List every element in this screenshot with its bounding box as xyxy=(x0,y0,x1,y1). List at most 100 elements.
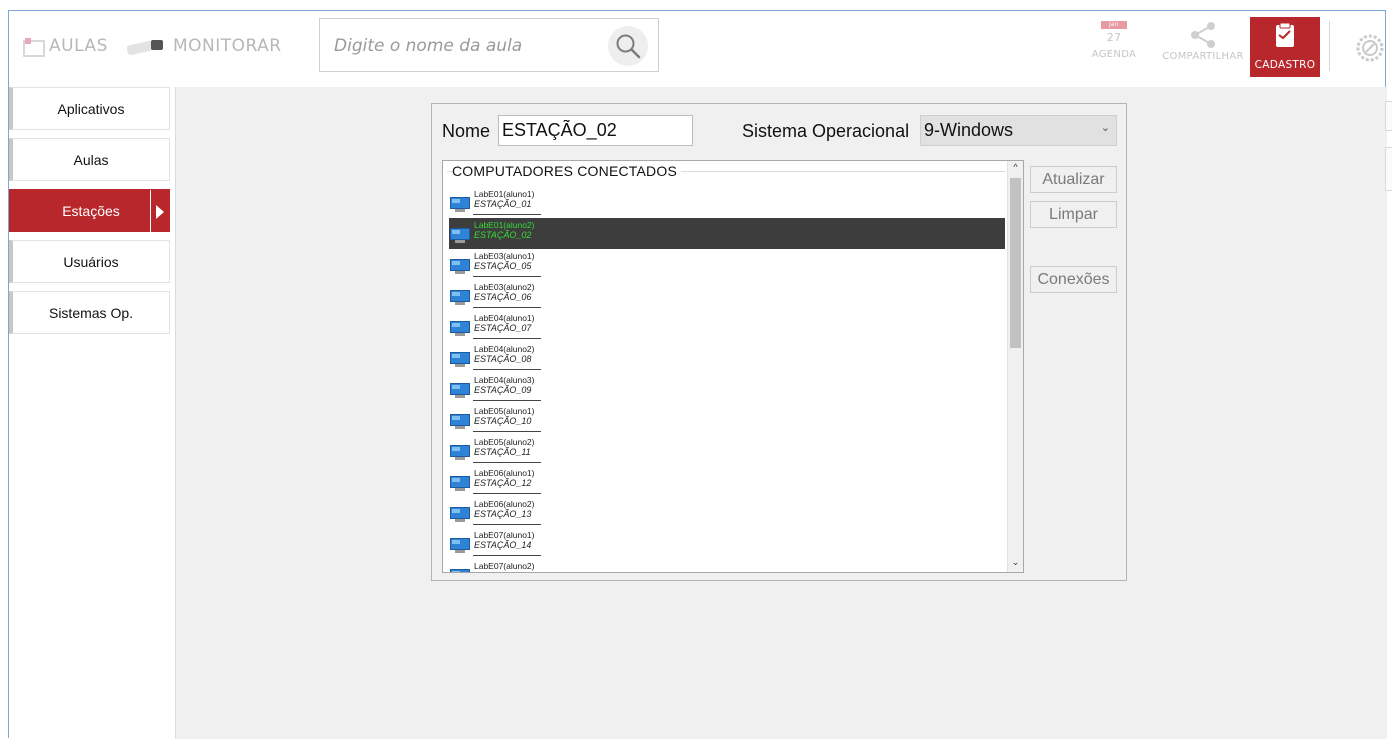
connected-computers-list[interactable]: COMPUTADORES CONECTADOS LabE01(aluno1) ES… xyxy=(442,160,1024,573)
list-scrollbar[interactable]: ^ ⌄ xyxy=(1007,161,1023,572)
station-name: ESTAÇÃO_14 xyxy=(474,540,532,550)
agenda-label: AGENDA xyxy=(1091,49,1137,60)
station-name: ESTAÇÃO_01 xyxy=(474,199,532,209)
row-underline xyxy=(473,431,541,432)
computer-name: LabE04(aluno2) xyxy=(474,344,535,354)
calendar-icon: jan 27 xyxy=(1101,21,1127,47)
nav-aulas-label: AULAS xyxy=(49,36,108,56)
chevron-down-icon: ⌄ xyxy=(1100,122,1110,134)
sidebar-item-label: Estações xyxy=(62,202,120,219)
row-underline xyxy=(473,214,541,215)
monitor-icon xyxy=(450,321,470,337)
sidebar-item-label: Sistemas Op. xyxy=(48,304,134,321)
computer-name: LabE05(aluno1) xyxy=(474,406,535,416)
sidebar-item-label: Usuários xyxy=(63,253,119,270)
monitor-icon xyxy=(450,383,470,399)
computer-name: LabE05(aluno2) xyxy=(474,437,535,447)
nav-monitorar[interactable]: MONITORAR xyxy=(127,33,282,59)
list-item[interactable]: LabE03(aluno1) ESTAÇÃO_05 xyxy=(449,249,1005,280)
list-item[interactable]: LabE06(aluno2) ESTAÇÃO_13 xyxy=(449,497,1005,528)
gear-icon xyxy=(1356,34,1384,62)
search-input[interactable] xyxy=(332,31,596,61)
list-item[interactable]: LabE04(aluno3) ESTAÇÃO_09 xyxy=(449,373,1005,404)
sidebar-item-aulas[interactable]: Aulas xyxy=(9,138,170,181)
station-name: ESTAÇÃO_07 xyxy=(474,323,532,333)
conexoes-button[interactable]: Conexões xyxy=(1030,266,1117,293)
sidebar-item-label: Aulas xyxy=(73,151,109,168)
list-item[interactable]: LabE05(aluno2) ESTAÇÃO_11 xyxy=(449,435,1005,466)
list-item[interactable]: LabE04(aluno1) ESTAÇÃO_07 xyxy=(449,311,1005,342)
list-title: COMPUTADORES CONECTADOS xyxy=(452,163,681,179)
list-item[interactable]: LabE07(aluno1) ESTAÇÃO_14 xyxy=(449,528,1005,559)
main-content: Nome Sistema Operacional 9-Windows ⌄ COM… xyxy=(175,87,1392,739)
monitor-icon xyxy=(450,352,470,368)
sidebar: Aplicativos Aulas Estações Usuários Sist… xyxy=(9,87,172,342)
row-underline xyxy=(473,338,541,339)
arrow-right-icon xyxy=(150,190,169,233)
scroll-thumb[interactable] xyxy=(1010,178,1021,348)
list-item[interactable]: LabE06(aluno1) ESTAÇÃO_12 xyxy=(449,466,1005,497)
station-name: ESTAÇÃO_10 xyxy=(474,416,532,426)
cadastro-button[interactable]: CADASTRO xyxy=(1250,17,1320,77)
agenda-button[interactable]: jan 27 AGENDA xyxy=(1089,21,1139,60)
calendar-day: 27 xyxy=(1106,31,1122,44)
sidebar-item-sistemas[interactable]: Sistemas Op. xyxy=(9,291,170,334)
list-item[interactable]: LabE05(aluno1) ESTAÇÃO_10 xyxy=(449,404,1005,435)
monitor-icon xyxy=(450,259,470,275)
station-name: ESTAÇÃO_05 xyxy=(474,261,532,271)
clipboard-icon xyxy=(1276,22,1294,47)
share-button[interactable]: COMPARTILHAR xyxy=(1157,21,1249,62)
search-icon xyxy=(616,34,641,59)
list-item[interactable]: LabE01(aluno1) ESTAÇÃO_01 xyxy=(449,187,1005,218)
nav-aulas[interactable]: AULAS xyxy=(23,33,108,59)
monitor-icon xyxy=(450,507,470,523)
sidebar-item-estacoes[interactable]: Estações xyxy=(9,189,170,233)
settings-button[interactable] xyxy=(1355,33,1385,63)
monitor-icon xyxy=(450,569,470,572)
scroll-down-button[interactable]: ⌄ xyxy=(1008,557,1023,571)
share-icon xyxy=(1191,22,1215,48)
computer-name: LabE03(aluno2) xyxy=(474,282,535,292)
limpar-button[interactable]: Limpar xyxy=(1030,201,1117,228)
station-name: ESTAÇÃO_12 xyxy=(474,478,532,488)
computer-name: LabE01(aluno2) xyxy=(474,220,535,230)
cadastro-label: CADASTRO xyxy=(1254,59,1316,71)
station-name: ESTAÇÃO_02 xyxy=(474,230,532,240)
atualizar-button[interactable]: Atualizar xyxy=(1030,166,1117,193)
monitor-icon xyxy=(450,445,470,461)
so-select-value: 9-Windows xyxy=(924,120,1014,140)
computer-name: LabE07(aluno1) xyxy=(474,530,535,540)
row-underline xyxy=(473,524,541,525)
monitor-icon xyxy=(450,197,470,213)
list-item[interactable]: LabE07(aluno2) xyxy=(449,559,1005,572)
edge-tab[interactable] xyxy=(1385,101,1392,131)
monitor-icon xyxy=(450,414,470,430)
sidebar-item-label: Aplicativos xyxy=(57,100,125,117)
row-underline xyxy=(473,369,541,370)
search-box xyxy=(319,18,659,72)
sidebar-item-aplicativos[interactable]: Aplicativos xyxy=(9,87,170,130)
list-item[interactable]: LabE01(aluno2) ESTAÇÃO_02 xyxy=(449,218,1005,249)
sidebar-item-usuarios[interactable]: Usuários xyxy=(9,240,170,283)
search-button[interactable] xyxy=(608,26,648,66)
list-item[interactable]: LabE04(aluno2) ESTAÇÃO_08 xyxy=(449,342,1005,373)
station-name: ESTAÇÃO_11 xyxy=(474,447,531,457)
computer-name: LabE04(aluno1) xyxy=(474,313,535,323)
edge-tab[interactable] xyxy=(1385,147,1392,191)
monitor-icon xyxy=(450,290,470,306)
row-underline xyxy=(473,493,541,494)
toolbar-divider xyxy=(1329,21,1330,71)
so-label: Sistema Operacional xyxy=(742,121,910,141)
station-name: ESTAÇÃO_06 xyxy=(474,292,532,302)
nome-label: Nome xyxy=(442,121,491,141)
top-bar: AULAS MONITORAR jan 27 AGENDA xyxy=(9,11,1385,81)
station-name: ESTAÇÃO_08 xyxy=(474,354,532,364)
scroll-up-button[interactable]: ^ xyxy=(1008,162,1023,176)
computer-name: LabE06(aluno1) xyxy=(474,468,535,478)
nome-input[interactable] xyxy=(498,115,693,146)
list-item[interactable]: LabE03(aluno2) ESTAÇÃO_06 xyxy=(449,280,1005,311)
row-underline xyxy=(473,276,541,277)
camera-icon xyxy=(127,38,167,54)
station-name: ESTAÇÃO_09 xyxy=(474,385,532,395)
so-select[interactable]: 9-Windows ⌄ xyxy=(920,115,1117,146)
